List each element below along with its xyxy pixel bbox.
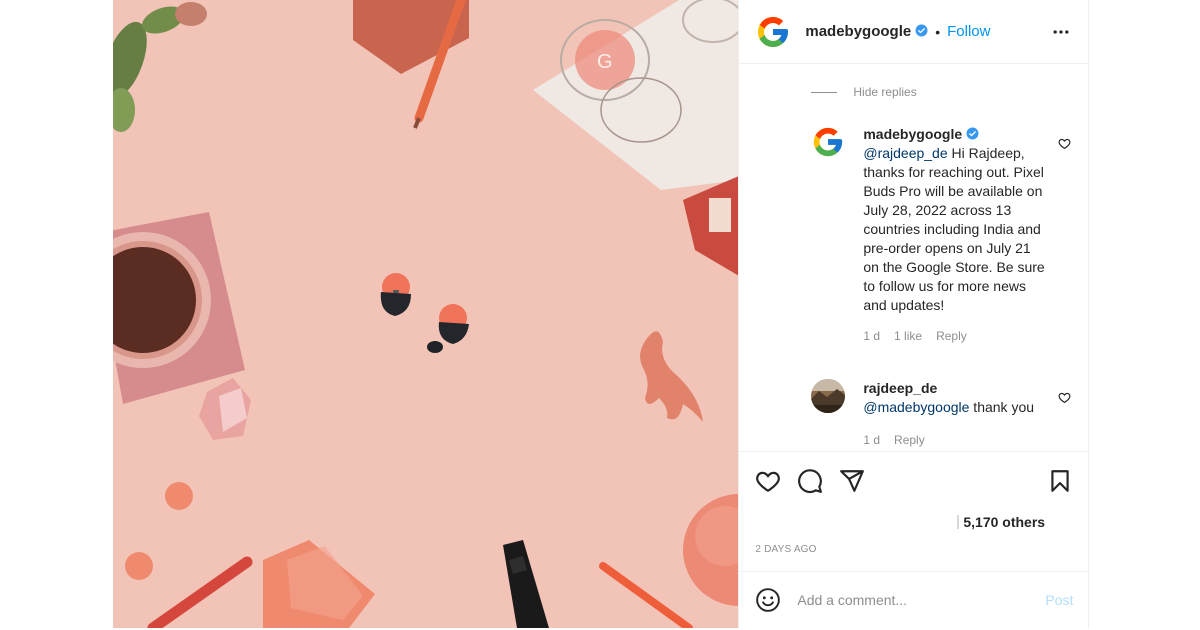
- comment-username-text[interactable]: madebygoogle: [863, 126, 962, 142]
- reply-button[interactable]: Reply: [894, 433, 925, 447]
- hide-replies-line: [811, 91, 838, 93]
- comment-reply: rajdeep_de @madebygoogle thank you 1 d R…: [811, 379, 1071, 447]
- save-bookmark-icon[interactable]: [1047, 468, 1073, 494]
- comments-list[interactable]: Hide replies madebygoogle @rajdeep_de Hi…: [739, 65, 1089, 450]
- post-header: madebygoogle • Follow: [739, 0, 1090, 64]
- comment-username[interactable]: rajdeep_de: [863, 380, 937, 396]
- comment-likes[interactable]: 1 like: [894, 329, 922, 343]
- comment-message: thank you: [969, 399, 1035, 415]
- comment-reply: madebygoogle @rajdeep_de Hi Rajdeep, tha…: [811, 125, 1071, 343]
- like-heart-icon[interactable]: [755, 468, 781, 494]
- likes-divider: [957, 515, 960, 529]
- hide-replies-label[interactable]: Hide replies: [853, 85, 916, 99]
- follow-button[interactable]: Follow: [947, 23, 990, 40]
- comment-age: 1 d: [863, 329, 881, 343]
- comment-username[interactable]: madebygoogle: [863, 126, 979, 142]
- post-photo[interactable]: G: [113, 0, 739, 628]
- comment-text: rajdeep_de @madebygoogle thank you: [863, 379, 1048, 417]
- emoji-smiley-icon[interactable]: [755, 587, 781, 613]
- comment-mention[interactable]: @madebygoogle: [863, 399, 969, 415]
- product-flatlay-illustration: G: [113, 0, 739, 628]
- comment-mention[interactable]: @rajdeep_de: [863, 145, 947, 161]
- header-separator: •: [935, 23, 941, 40]
- comment-message: Hi Rajdeep, thanks for reaching out. Pix…: [863, 145, 1045, 313]
- avatar[interactable]: [811, 379, 846, 413]
- comment-bubble-icon[interactable]: [797, 468, 823, 494]
- post-timestamp[interactable]: 2 DAYS AGO: [755, 544, 816, 555]
- comment-text: madebygoogle @rajdeep_de Hi Rajdeep, tha…: [863, 125, 1048, 315]
- header-username[interactable]: madebygoogle: [805, 23, 928, 40]
- instagram-post: G madebygoogle • Follow Hide replies mad…: [113, 0, 1090, 628]
- add-comment-bar: Post: [739, 571, 1090, 628]
- verified-badge-icon: [966, 127, 979, 140]
- comment-meta: 1 d 1 like Reply: [863, 329, 1071, 343]
- reply-button[interactable]: Reply: [936, 329, 967, 343]
- comment-input[interactable]: [797, 592, 1046, 608]
- post-side-panel: madebygoogle • Follow Hide replies madeb…: [738, 0, 1090, 628]
- verified-badge-icon: [915, 24, 928, 37]
- comment-age: 1 d: [863, 433, 881, 447]
- more-options-icon[interactable]: [1051, 22, 1071, 42]
- post-actions-bar: [739, 451, 1090, 511]
- comment-like-heart-icon[interactable]: [1058, 391, 1071, 404]
- comment-meta: 1 d Reply: [863, 433, 1071, 447]
- header-username-text[interactable]: madebygoogle: [805, 23, 911, 40]
- avatar[interactable]: [811, 125, 846, 159]
- google-logo-icon[interactable]: [755, 14, 791, 50]
- likes-count[interactable]: 5,170 others: [963, 514, 1045, 530]
- comment-like-heart-icon[interactable]: [1058, 137, 1071, 150]
- post-comment-button[interactable]: Post: [1045, 592, 1073, 608]
- share-paper-plane-icon[interactable]: [839, 468, 865, 494]
- hide-replies-button[interactable]: Hide replies: [811, 85, 917, 99]
- svg-text:G: G: [597, 51, 613, 73]
